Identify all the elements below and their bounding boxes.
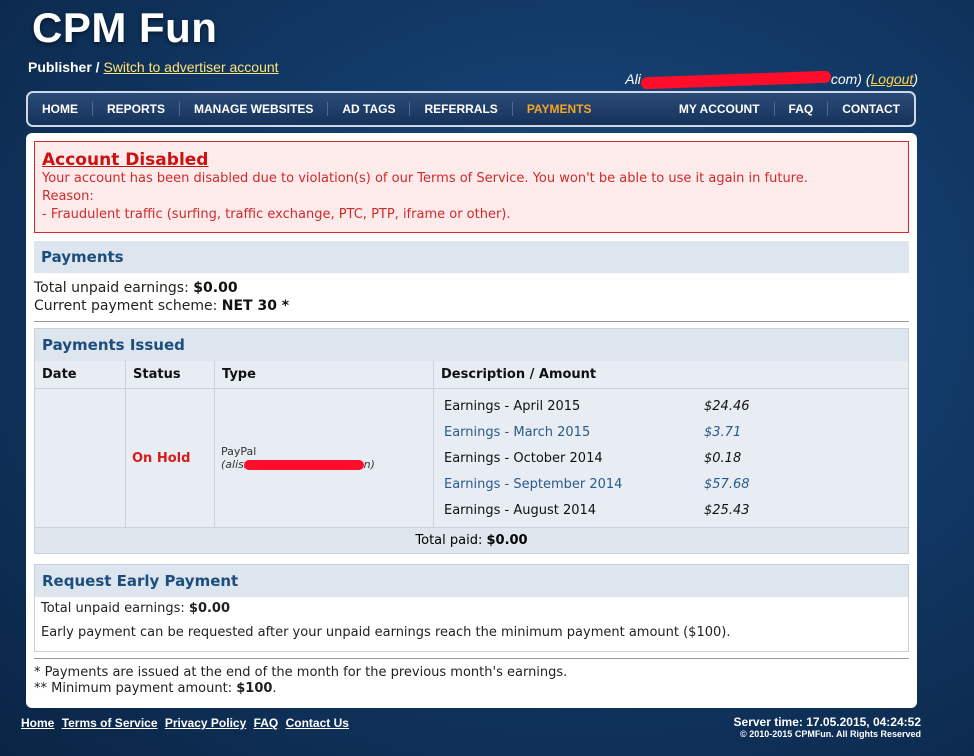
account-role-line: Publisher / Switch to advertiser account — [28, 59, 279, 75]
main-nav: HOME REPORTS MANAGE WEBSITES AD TAGS REF… — [26, 91, 916, 127]
alert-title: Account Disabled — [42, 150, 209, 170]
early-payment-box: Request Early Payment Total unpaid earni… — [34, 564, 909, 652]
alert-reason-label: Reason: — [42, 189, 94, 204]
earnings-amount: $0.18 — [704, 450, 742, 466]
unpaid-value: $0.00 — [193, 280, 238, 296]
payments-heading: Payments — [34, 241, 909, 273]
payments-table: Date Status Type Description / Amount On… — [35, 361, 908, 527]
divider — [34, 321, 909, 322]
alert-message: Your account has been disabled due to vi… — [42, 171, 808, 186]
earnings-amount: $25.43 — [704, 502, 750, 518]
earnings-amount: $24.46 — [704, 398, 750, 414]
main-content: Account Disabled Your account has been d… — [26, 133, 917, 708]
earnings-row: Earnings - August 2014 $25.43 — [440, 497, 902, 523]
earnings-label: Earnings - September 2014 — [444, 476, 623, 492]
early-payment-body: Total unpaid earnings: $0.00 Early payme… — [35, 597, 908, 651]
nav-contact[interactable]: CONTACT — [828, 102, 914, 116]
nav-faq[interactable]: FAQ — [775, 102, 829, 116]
alert-reason: - Fraudulent traffic (surfing, traffic e… — [42, 207, 511, 222]
type-cell: PayPal (aliss n) — [214, 388, 434, 527]
col-type: Type — [214, 361, 434, 389]
total-paid-label: Total paid: — [415, 533, 487, 548]
footer-privacy-link[interactable]: Privacy Policy — [165, 716, 246, 730]
earnings-row: Earnings - March 2015 $3.71 — [440, 419, 902, 445]
footer-links: Home Terms of Service Privacy Policy FAQ… — [21, 716, 353, 730]
earnings-row: Earnings - April 2015 $24.46 — [440, 393, 902, 419]
status-cell: On Hold — [125, 388, 215, 527]
earnings-label: Earnings - August 2014 — [444, 502, 597, 518]
nav-my-account[interactable]: MY ACCOUNT — [665, 102, 775, 116]
footnote-1: * Payments are issued at the end of the … — [34, 665, 568, 680]
earnings-amount: $3.71 — [704, 424, 742, 440]
col-status: Status — [125, 361, 215, 389]
server-info: Server time: 17.05.2015, 04:24:52 © 2010… — [734, 715, 921, 739]
table-header-row: Date Status Type Description / Amount — [35, 361, 908, 389]
current-role: Publisher — [28, 59, 92, 75]
footer-contact-link[interactable]: Contact Us — [286, 716, 349, 730]
description-cell: Earnings - April 2015 $24.46 Earnings - … — [433, 388, 908, 527]
early-unpaid-stat: Total unpaid earnings: $0.00 — [41, 597, 902, 621]
switch-account-link[interactable]: Switch to advertiser account — [103, 59, 278, 75]
logout-link[interactable]: Logout — [871, 71, 914, 87]
early-payment-note: Early payment can be requested after you… — [41, 625, 731, 640]
server-time: Server time: 17.05.2015, 04:24:52 — [733, 715, 921, 729]
nav-ad-tags[interactable]: AD TAGS — [328, 102, 411, 116]
redaction-mark — [243, 460, 364, 470]
date-cell — [35, 388, 126, 527]
unpaid-earnings-stat: Total unpaid earnings: $0.00 — [34, 279, 909, 297]
nav-home[interactable]: HOME — [28, 102, 93, 116]
divider — [34, 658, 909, 659]
earnings-amount: $57.68 — [704, 476, 750, 492]
unpaid-label: Total unpaid earnings: — [34, 280, 194, 296]
footer-tos-link[interactable]: Terms of Service — [62, 716, 158, 730]
early-payment-heading: Request Early Payment — [35, 565, 908, 597]
site-logo[interactable]: CPM Fun — [32, 4, 217, 52]
footnote-2-end: . — [272, 681, 277, 696]
user-name-start: Ali — [625, 71, 641, 87]
footer-home-link[interactable]: Home — [21, 716, 54, 730]
scheme-value: NET 30 * — [221, 298, 290, 314]
status-badge: On Hold — [132, 450, 191, 466]
early-unpaid-label: Total unpaid earnings: — [41, 601, 189, 616]
earnings-row: Earnings - October 2014 $0.18 — [440, 445, 902, 471]
user-email-end: com) — [830, 71, 862, 87]
scheme-label: Current payment scheme: — [34, 298, 222, 314]
earnings-label: Earnings - March 2015 — [444, 424, 591, 440]
early-unpaid-value: $0.00 — [188, 601, 231, 616]
user-info: Ali com) (Logout) — [625, 70, 918, 90]
col-description: Description / Amount — [433, 361, 908, 389]
footnote-2-label: ** Minimum payment amount: — [34, 681, 237, 696]
earnings-row: Earnings - September 2014 $57.68 — [440, 471, 902, 497]
type-name: PayPal — [221, 445, 257, 458]
redaction-mark — [640, 70, 831, 90]
role-separator: / — [91, 59, 104, 75]
nav-reports[interactable]: REPORTS — [93, 102, 181, 116]
payments-issued-heading: Payments Issued — [35, 329, 908, 361]
nav-payments[interactable]: PAYMENTS — [513, 102, 606, 116]
payment-scheme-stat: Current payment scheme: NET 30 * — [34, 297, 909, 315]
nav-manage-websites[interactable]: MANAGE WEBSITES — [180, 102, 329, 116]
copyright: © 2010-2015 CPMFun. All Rights Reserved — [740, 729, 921, 739]
table-row: On Hold PayPal (aliss n) Earnings - April… — [35, 388, 908, 527]
total-paid: Total paid: $0.00 — [35, 527, 908, 553]
account-disabled-alert: Account Disabled Your account has been d… — [34, 141, 909, 233]
footer-faq-link[interactable]: FAQ — [254, 716, 279, 730]
payments-issued-box: Payments Issued Date Status Type Descrip… — [34, 328, 909, 554]
earnings-label: Earnings - April 2015 — [444, 398, 581, 414]
earnings-label: Earnings - October 2014 — [444, 450, 603, 466]
footnote-2-value: $100 — [236, 681, 273, 696]
type-detail-end: n) — [363, 458, 375, 471]
footnote-2: ** Minimum payment amount: $100. — [34, 681, 909, 697]
footnotes: * Payments are issued at the end of the … — [34, 665, 909, 697]
total-paid-value: $0.00 — [486, 533, 528, 548]
nav-referrals[interactable]: REFERRALS — [410, 102, 513, 116]
col-date: Date — [35, 361, 126, 389]
